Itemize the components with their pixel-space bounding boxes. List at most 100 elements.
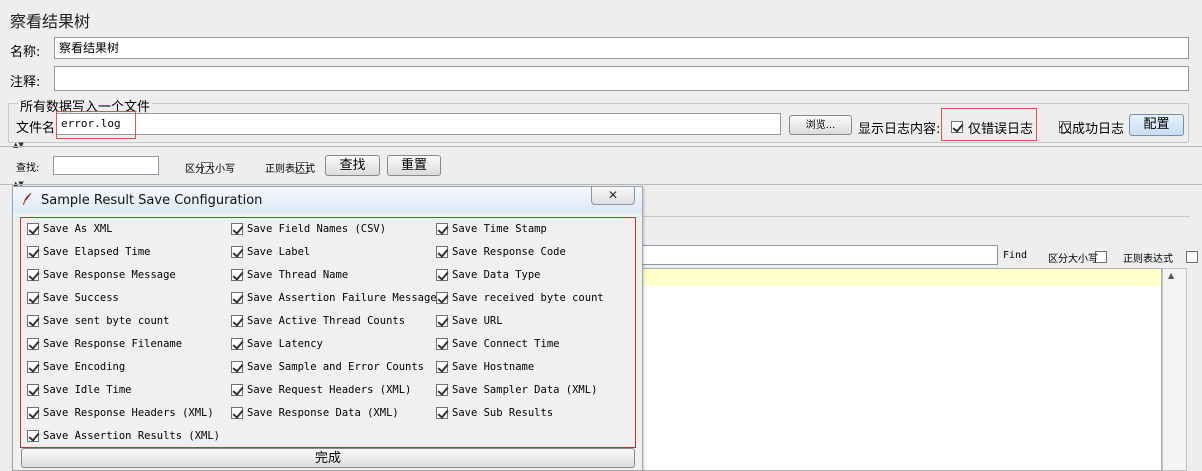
save-option-checkbox[interactable] xyxy=(231,407,243,419)
save-option[interactable]: Save Elapsed Time xyxy=(27,246,150,258)
save-option-checkbox[interactable] xyxy=(231,315,243,327)
response-text-panel[interactable] xyxy=(640,268,1162,471)
response-case-label: 区分大小写 xyxy=(1048,254,1098,265)
save-option[interactable]: Save Hostname xyxy=(436,361,534,373)
close-icon[interactable]: ✕ xyxy=(591,187,635,205)
save-option-label: Save Request Headers (XML) xyxy=(247,384,412,396)
save-option[interactable]: Save Label xyxy=(231,246,310,258)
save-option[interactable]: Save Assertion Results (XML) xyxy=(27,430,220,442)
save-option[interactable]: Save Latency xyxy=(231,338,323,350)
save-option-checkbox[interactable] xyxy=(231,269,243,281)
save-option-label: Save Response Code xyxy=(452,246,566,258)
save-option-checkbox[interactable] xyxy=(27,315,39,327)
save-option-checkbox[interactable] xyxy=(27,338,39,350)
save-option[interactable]: Save sent byte count xyxy=(27,315,169,327)
save-option-label: Save Assertion Results (XML) xyxy=(43,430,221,442)
save-option[interactable]: Save Idle Time xyxy=(27,384,132,396)
save-option[interactable]: Save Response Code xyxy=(436,246,566,258)
scroll-up-icon[interactable]: ▲ xyxy=(1168,271,1174,280)
save-option[interactable]: Save Response Data (XML) xyxy=(231,407,399,419)
save-option-label: Save Connect Time xyxy=(452,338,560,350)
save-option[interactable]: Save Sampler Data (XML) xyxy=(436,384,597,396)
find-button[interactable]: 查找 xyxy=(325,155,380,176)
save-option[interactable]: Save Thread Name xyxy=(231,269,348,281)
save-option-label: Save Thread Name xyxy=(247,269,349,281)
browse-button[interactable]: 浏览... xyxy=(789,115,852,135)
save-option[interactable]: Save Time Stamp xyxy=(436,223,547,235)
save-option-label: Save URL xyxy=(452,315,503,327)
save-option-label: Save Elapsed Time xyxy=(43,246,151,258)
response-regex-checkbox[interactable] xyxy=(1186,250,1199,263)
save-option[interactable]: Save Connect Time xyxy=(436,338,559,350)
search-input[interactable] xyxy=(53,156,159,175)
save-option[interactable]: Save As XML xyxy=(27,223,113,235)
save-option-checkbox[interactable] xyxy=(436,246,448,258)
save-option-checkbox[interactable] xyxy=(27,430,39,442)
save-option-checkbox[interactable] xyxy=(27,269,39,281)
save-option-checkbox[interactable] xyxy=(436,361,448,373)
done-button[interactable]: 完成 xyxy=(21,448,635,468)
response-find-input[interactable] xyxy=(640,245,998,265)
save-option[interactable]: Save Assertion Failure Message xyxy=(231,292,437,304)
configure-button[interactable]: 配置 xyxy=(1129,114,1184,136)
save-option-checkbox[interactable] xyxy=(27,384,39,396)
save-option[interactable]: Save Response Message xyxy=(27,269,176,281)
save-config-dialog: Sample Result Save Configuration ✕ Save … xyxy=(12,186,643,471)
splitter-line-2 xyxy=(0,184,1202,185)
save-option-checkbox[interactable] xyxy=(436,407,448,419)
name-label: 名称: xyxy=(10,45,41,60)
save-option-checkbox[interactable] xyxy=(27,246,39,258)
feather-icon xyxy=(21,192,33,206)
save-option[interactable]: Save Field Names (CSV) xyxy=(231,223,386,235)
save-option[interactable]: Save received byte count xyxy=(436,292,604,304)
save-option-checkbox[interactable] xyxy=(231,246,243,258)
save-option-checkbox[interactable] xyxy=(231,338,243,350)
save-option[interactable]: Save Encoding xyxy=(27,361,125,373)
response-scrollbar[interactable] xyxy=(1162,268,1187,471)
save-option-checkbox[interactable] xyxy=(436,223,448,235)
comment-label: 注释: xyxy=(10,75,41,90)
save-option-checkbox[interactable] xyxy=(436,338,448,350)
reset-button[interactable]: 重置 xyxy=(387,155,441,176)
comment-input[interactable] xyxy=(54,66,1189,91)
save-option[interactable]: Save Response Filename xyxy=(27,338,182,350)
splitter-line xyxy=(0,146,1202,147)
success-only-label: 仅成功日志 xyxy=(1059,122,1125,137)
errors-only-checkbox[interactable] xyxy=(951,120,963,133)
save-option[interactable]: Save Success xyxy=(27,292,119,304)
save-option-checkbox[interactable] xyxy=(27,361,39,373)
save-option-checkbox[interactable] xyxy=(27,407,39,419)
save-option-label: Save Hostname xyxy=(452,361,535,373)
save-option[interactable]: Save Sub Results xyxy=(436,407,553,419)
save-option-checkbox[interactable] xyxy=(27,223,39,235)
save-option-label: Save Active Thread Counts xyxy=(247,315,406,327)
save-option-checkbox[interactable] xyxy=(231,384,243,396)
save-option[interactable]: Save Sample and Error Counts xyxy=(231,361,424,373)
errors-only-label: 仅错误日志 xyxy=(968,122,1034,137)
splitter-arrows-icon[interactable]: ▲▼ xyxy=(13,141,24,149)
save-option[interactable]: Save Request Headers (XML) xyxy=(231,384,411,396)
save-option[interactable]: Save Response Headers (XML) xyxy=(27,407,214,419)
save-option-checkbox[interactable] xyxy=(436,292,448,304)
save-option-label: Save Response Data (XML) xyxy=(247,407,399,419)
save-option[interactable]: Save Data Type xyxy=(436,269,541,281)
save-option-label: Save Sample and Error Counts xyxy=(247,361,425,373)
search-label: 查找: xyxy=(16,163,40,174)
save-option-label: Save Latency xyxy=(247,338,323,350)
save-option-label: Save Response Filename xyxy=(43,338,183,350)
save-option-label: Save Assertion Failure Message xyxy=(247,292,437,304)
filename-highlight xyxy=(56,111,136,139)
save-option-label: Save sent byte count xyxy=(43,315,170,327)
save-option-checkbox[interactable] xyxy=(436,384,448,396)
save-option[interactable]: Save Active Thread Counts xyxy=(231,315,405,327)
save-option-checkbox[interactable] xyxy=(231,361,243,373)
name-input[interactable]: 察看结果树 xyxy=(54,37,1189,59)
save-option-checkbox[interactable] xyxy=(436,269,448,281)
save-option-label: Save As XML xyxy=(43,223,113,235)
save-option-checkbox[interactable] xyxy=(231,292,243,304)
filename-input[interactable]: error.log xyxy=(56,113,781,135)
save-option[interactable]: Save URL xyxy=(436,315,503,327)
save-option-checkbox[interactable] xyxy=(27,292,39,304)
save-option-checkbox[interactable] xyxy=(436,315,448,327)
save-option-checkbox[interactable] xyxy=(231,223,243,235)
